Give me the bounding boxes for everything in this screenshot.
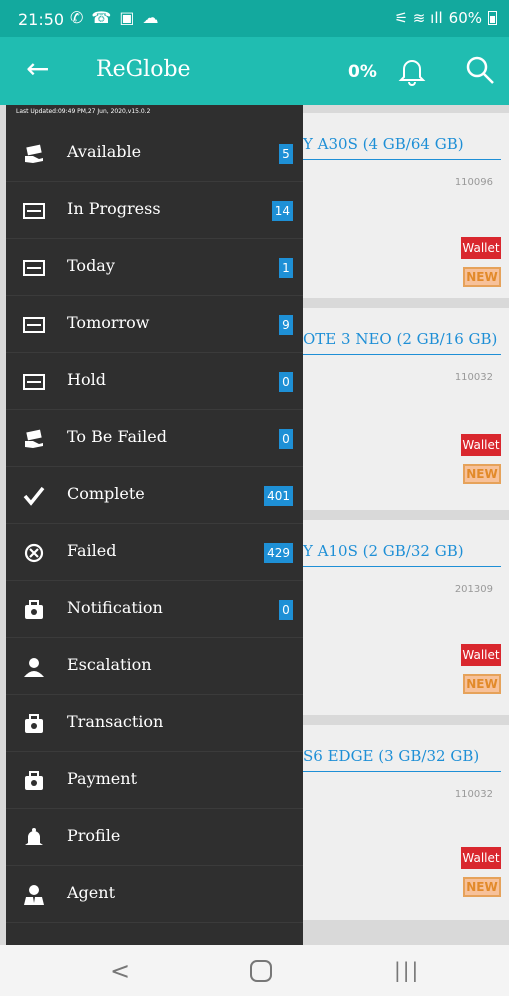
card-title: Y A30S (4 GB/64 GB) (303, 135, 464, 153)
drawer-item-label: Agent (67, 883, 115, 902)
new-badge: NEW (463, 674, 501, 694)
briefcase-icon (23, 771, 45, 791)
card-id: 110032 (454, 789, 493, 800)
new-badge: NEW (463, 877, 501, 897)
drawer-item-label: Today (67, 256, 115, 275)
drawer-item-escalation[interactable]: Escalation (6, 638, 303, 695)
count-badge: 1 (279, 258, 293, 278)
drawer-item-payment[interactable]: Payment (6, 752, 303, 809)
drawer-item-label: Transaction (67, 712, 164, 731)
card-divider (303, 159, 501, 160)
count-badge: 0 (279, 372, 293, 392)
money-hand-icon (23, 144, 45, 164)
drawer-item-label: Notification (67, 598, 163, 617)
briefcase-icon (23, 714, 45, 734)
status-time: 21:50 (18, 10, 65, 29)
money-hand-icon (23, 429, 45, 449)
status-right: ⚟ ≋ ıll 60% (395, 9, 497, 27)
card-id: 110096 (454, 177, 493, 188)
person-icon (23, 657, 45, 677)
status-bar: 21:50 ✆ ☎ ▣ ☁ ⚟ ≋ ıll 60% (0, 0, 509, 37)
drawer-item-to-be-failed[interactable]: To Be Failed 0 (6, 410, 303, 467)
battery-icon (488, 11, 497, 25)
drawer-item-label: In Progress (67, 199, 161, 218)
checkmark-icon (23, 486, 45, 506)
count-badge: 5 (279, 144, 293, 164)
drawer-item-failed[interactable]: Failed 429 (6, 524, 303, 581)
drawer-item-label: Available (67, 142, 142, 161)
signal-icon: ⚟ ≋ ıll (394, 9, 443, 27)
card-title: S6 EDGE (3 GB/32 GB) (303, 747, 480, 765)
back-arrow-icon[interactable]: ← (26, 55, 49, 83)
briefcase-icon (23, 600, 45, 620)
count-badge: 9 (279, 315, 293, 335)
drawer-item-label: To Be Failed (67, 427, 167, 446)
count-badge: 14 (271, 201, 293, 221)
drawer-item-complete[interactable]: Complete 401 (6, 467, 303, 524)
drawer-item-label: Failed (67, 541, 117, 560)
count-badge: 401 (264, 486, 293, 506)
cross-circle-icon (23, 543, 45, 563)
image-icon: ▣ (119, 8, 135, 27)
nav-home-icon[interactable] (250, 960, 272, 982)
bell-icon[interactable] (398, 55, 426, 87)
app-title: ReGlobe (96, 57, 191, 82)
drawer-item-agent[interactable]: Agent (6, 866, 303, 923)
drawer-item-today[interactable]: Today 1 (6, 239, 303, 296)
card-title: Y A10S (2 GB/32 GB) (303, 542, 464, 560)
whatsapp-icon: ✆ (70, 8, 84, 27)
app-bar: ← ReGlobe 0% (0, 37, 509, 105)
wallet-badge: Wallet (461, 644, 501, 666)
drawer-item-label: Complete (67, 484, 145, 503)
drawer-item-label: Profile (67, 826, 121, 845)
card-icon (23, 258, 45, 278)
search-icon[interactable] (465, 55, 495, 85)
percent-indicator: 0% (348, 62, 377, 82)
phone-icon: ☎ (91, 8, 112, 27)
count-badge: 0 (279, 429, 293, 449)
card-icon (23, 315, 45, 335)
new-badge: NEW (463, 464, 501, 484)
count-badge: 429 (264, 543, 293, 563)
nav-recents-icon[interactable]: ||| (394, 958, 420, 982)
card-title: OTE 3 NEO (2 GB/16 GB) (303, 330, 498, 348)
card-icon (23, 372, 45, 392)
cloud-icon: ☁ (142, 8, 159, 27)
navigation-drawer: Last Updated:09:49 PM,27 Jun, 2020,v15.0… (6, 105, 303, 945)
drawer-item-notification[interactable]: Notification 0 (6, 581, 303, 638)
drawer-item-label: Tomorrow (67, 313, 150, 332)
drawer-item-profile[interactable]: Profile (6, 809, 303, 866)
wallet-badge: Wallet (461, 847, 501, 869)
drawer-item-label: Escalation (67, 655, 152, 674)
notification-icons: ✆ ☎ ▣ ☁ (70, 8, 158, 27)
card-id: 110032 (454, 372, 493, 383)
card-id: 201309 (454, 584, 493, 595)
drawer-item-in-progress[interactable]: In Progress 14 (6, 182, 303, 239)
last-updated-text: Last Updated:09:49 PM,27 Jun, 2020,v15.0… (16, 108, 151, 115)
system-nav-bar: < ||| (0, 945, 509, 996)
wallet-badge: Wallet (461, 434, 501, 456)
wallet-badge: Wallet (461, 237, 501, 259)
drawer-item-label: Payment (67, 769, 137, 788)
bell-person-icon (23, 828, 45, 848)
count-badge: 0 (279, 600, 293, 620)
card-divider (303, 771, 501, 772)
card-icon (23, 201, 45, 221)
card-divider (303, 566, 501, 567)
drawer-item-available[interactable]: Available 5 (6, 125, 303, 182)
nav-back-icon[interactable]: < (110, 957, 130, 985)
card-divider (303, 354, 501, 355)
new-badge: NEW (463, 267, 501, 287)
battery-percent: 60% (448, 9, 482, 27)
drawer-item-hold[interactable]: Hold 0 (6, 353, 303, 410)
drawer-item-label: Hold (67, 370, 106, 389)
drawer-item-tomorrow[interactable]: Tomorrow 9 (6, 296, 303, 353)
drawer-item-transaction[interactable]: Transaction (6, 695, 303, 752)
agent-icon (23, 885, 45, 905)
